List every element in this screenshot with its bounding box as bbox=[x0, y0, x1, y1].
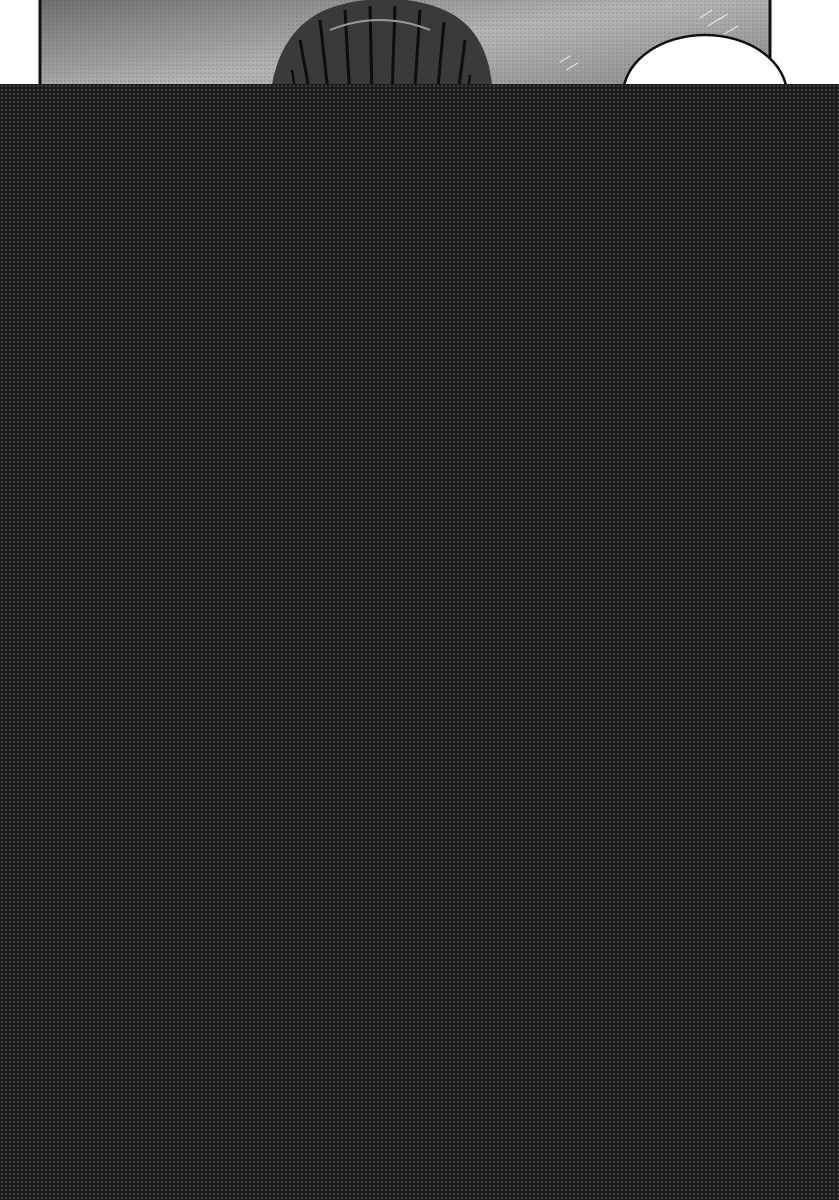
redaction-overlay bbox=[0, 84, 839, 1200]
manga-page bbox=[0, 0, 839, 1200]
